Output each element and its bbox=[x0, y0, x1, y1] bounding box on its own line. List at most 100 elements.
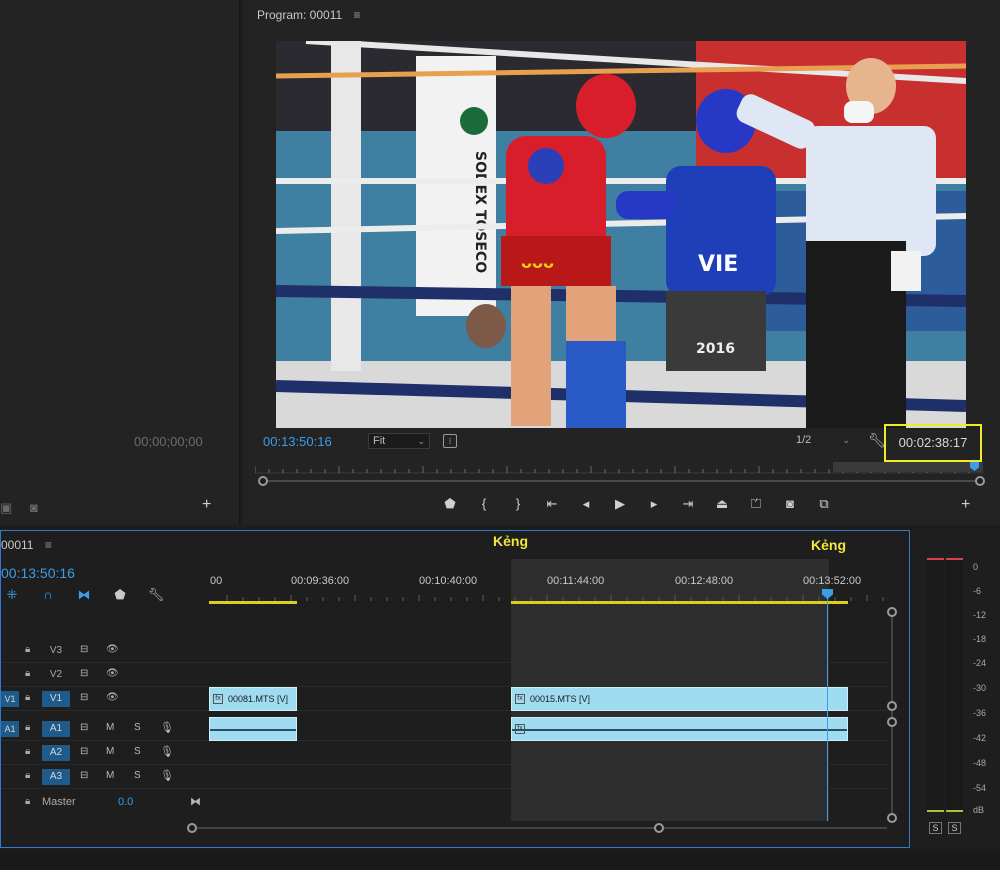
timeline-playhead-timecode[interactable]: 00:13:50:16 bbox=[1, 565, 75, 581]
solo-button[interactable]: S bbox=[134, 770, 141, 781]
mark-in-icon[interactable]: { bbox=[467, 496, 501, 516]
camera-icon[interactable]: ◙ bbox=[30, 500, 38, 515]
lock-icon[interactable]: 🔒︎ bbox=[25, 796, 30, 807]
timeline-playhead-line bbox=[827, 589, 828, 821]
lock-icon[interactable]: 🔒︎ bbox=[25, 644, 30, 655]
track-name[interactable]: V1 bbox=[42, 691, 70, 707]
program-time-ruler[interactable] bbox=[255, 462, 983, 474]
scrollbar-handle-top[interactable] bbox=[887, 607, 897, 617]
sync-lock-icon[interactable]: ⊟ bbox=[80, 770, 88, 781]
button-editor-add-icon[interactable]: + bbox=[961, 496, 970, 514]
microphone-icon[interactable]: 🎙︎ bbox=[160, 721, 174, 734]
wrench-settings-icon[interactable]: 🔧︎ bbox=[145, 587, 167, 603]
panel-menu-icon[interactable]: ≡ bbox=[45, 538, 52, 552]
eye-icon[interactable]: 👁︎ bbox=[106, 668, 119, 679]
video-clip[interactable]: fx 00081.MTS [V] bbox=[209, 687, 297, 711]
meter-solo-button[interactable]: S bbox=[948, 822, 961, 834]
track-header-a3: 🔒︎ A3 ⊟ M S 🎙︎ bbox=[1, 765, 209, 789]
lock-icon[interactable]: 🔒︎ bbox=[25, 668, 30, 679]
scrollbar-handle-left[interactable] bbox=[258, 476, 268, 486]
source-patch-v1[interactable]: V1 bbox=[1, 691, 19, 707]
timeline-time-ruler[interactable] bbox=[209, 589, 889, 601]
go-to-end-icon[interactable]: ⧓ bbox=[190, 795, 201, 808]
track-name[interactable]: A2 bbox=[42, 745, 70, 761]
go-to-in-icon[interactable]: ⇤ bbox=[535, 496, 569, 516]
mute-button[interactable]: M bbox=[106, 746, 114, 757]
microphone-icon[interactable]: 🎙︎ bbox=[160, 745, 174, 758]
program-title[interactable]: Program: 00011 ≡ bbox=[257, 8, 361, 22]
timeline-vertical-scrollbar[interactable] bbox=[891, 611, 893, 817]
lock-icon[interactable]: 🔒︎ bbox=[25, 770, 30, 781]
lock-icon[interactable]: 🔒︎ bbox=[25, 746, 30, 757]
lift-icon[interactable]: ⏏ bbox=[705, 496, 739, 516]
linked-selection-icon[interactable]: ⧓ bbox=[73, 587, 95, 603]
work-area-bar[interactable] bbox=[209, 601, 297, 604]
track-lane-v2[interactable] bbox=[209, 663, 889, 687]
eye-icon[interactable]: 👁︎ bbox=[106, 644, 119, 655]
comparison-view-icon[interactable]: ⧉ bbox=[807, 496, 841, 516]
db-label: -48 bbox=[973, 758, 987, 768]
sequence-tab[interactable]: 00011 ≡ bbox=[1, 538, 52, 552]
solo-button[interactable]: S bbox=[134, 722, 141, 733]
sync-lock-icon[interactable]: ⊟ bbox=[80, 692, 88, 703]
meter-channel-right bbox=[946, 560, 963, 812]
lock-icon[interactable]: 🔒︎ bbox=[25, 722, 30, 733]
video-clip[interactable]: fx 00015.MTS [V] bbox=[511, 687, 848, 711]
eye-icon[interactable]: 👁︎ bbox=[106, 692, 119, 703]
add-button-icon[interactable]: + bbox=[202, 496, 211, 514]
playback-resolution-select[interactable]: 1/2 ⌄ bbox=[792, 433, 854, 449]
scrollbar-handle-top[interactable] bbox=[887, 717, 897, 727]
nest-icon[interactable]: ⁜ bbox=[1, 587, 23, 603]
work-area-bar[interactable] bbox=[511, 601, 848, 604]
lock-icon[interactable]: 🔒︎ bbox=[25, 692, 30, 703]
scrollbar-handle-right[interactable] bbox=[654, 823, 664, 833]
scrollbar-handle-bottom[interactable] bbox=[887, 813, 897, 823]
step-back-icon[interactable]: ◂ bbox=[569, 496, 603, 516]
sync-lock-icon[interactable]: ⊟ bbox=[80, 746, 88, 757]
audio-clip[interactable]: fx bbox=[511, 717, 848, 741]
sync-lock-icon[interactable]: ⊟ bbox=[80, 644, 88, 655]
track-lane-a2[interactable] bbox=[209, 741, 889, 765]
step-forward-icon[interactable]: ▸ bbox=[637, 496, 671, 516]
track-name[interactable]: A3 bbox=[42, 769, 70, 785]
solo-button[interactable]: S bbox=[134, 746, 141, 757]
mute-button[interactable]: M bbox=[106, 722, 114, 733]
db-label: 0 bbox=[973, 562, 979, 572]
microphone-icon[interactable]: 🎙︎ bbox=[160, 769, 174, 782]
add-marker-icon[interactable]: ⬟ bbox=[433, 496, 467, 516]
audio-clip[interactable] bbox=[209, 717, 297, 741]
sync-lock-icon[interactable]: ⊟ bbox=[80, 722, 88, 733]
mute-button[interactable]: M bbox=[106, 770, 114, 781]
play-icon[interactable]: ▶ bbox=[603, 496, 637, 516]
sync-lock-icon[interactable]: ⊟ bbox=[80, 668, 88, 679]
scrollbar-handle-bottom[interactable] bbox=[887, 701, 897, 711]
safe-margins-icon[interactable]: ⁝ bbox=[443, 434, 457, 448]
db-label: -18 bbox=[973, 634, 987, 644]
meter-solo-button[interactable]: S bbox=[929, 822, 942, 834]
extract-icon[interactable]: ⏍ bbox=[739, 496, 773, 516]
source-timecode[interactable]: 00;00;00;00 bbox=[134, 434, 203, 449]
export-frame-icon[interactable]: ▣ bbox=[0, 500, 12, 516]
export-frame-icon[interactable]: ◙ bbox=[773, 496, 807, 516]
track-name[interactable]: V3 bbox=[42, 643, 70, 659]
timeline-horizontal-scrollbar[interactable] bbox=[191, 827, 887, 829]
corner-pad-logo-text: SODEX TOSECO bbox=[472, 151, 488, 273]
track-lane-v3[interactable] bbox=[209, 639, 889, 663]
panel-menu-icon[interactable]: ≡ bbox=[354, 8, 361, 22]
master-volume-value[interactable]: 0.0 bbox=[118, 796, 133, 808]
scrollbar-handle-right[interactable] bbox=[975, 476, 985, 486]
mark-out-icon[interactable]: } bbox=[501, 496, 535, 516]
zoom-level-select[interactable]: Fit ⌄ bbox=[368, 433, 430, 449]
track-name[interactable]: V2 bbox=[42, 667, 70, 683]
muay-thai-match-image: SODEX TOSECO ᴗᴗᴗ VIE 2016 bbox=[276, 41, 966, 428]
program-playhead-timecode[interactable]: 00:13:50:16 bbox=[263, 434, 332, 449]
scrollbar-handle-left[interactable] bbox=[187, 823, 197, 833]
source-patch-a1[interactable]: A1 bbox=[1, 721, 19, 737]
track-name[interactable]: A1 bbox=[42, 721, 70, 737]
track-lane-a3[interactable] bbox=[209, 765, 889, 789]
program-zoom-scrollbar[interactable] bbox=[259, 480, 981, 482]
go-to-out-icon[interactable]: ⇥ bbox=[671, 496, 705, 516]
program-monitor-panel: Program: 00011 ≡ SODEX TOSECO ᴗᴗᴗ VIE 20… bbox=[243, 0, 1000, 525]
snap-magnet-icon[interactable]: ∩ bbox=[37, 587, 59, 603]
add-marker-icon[interactable]: ⬟ bbox=[109, 587, 131, 603]
